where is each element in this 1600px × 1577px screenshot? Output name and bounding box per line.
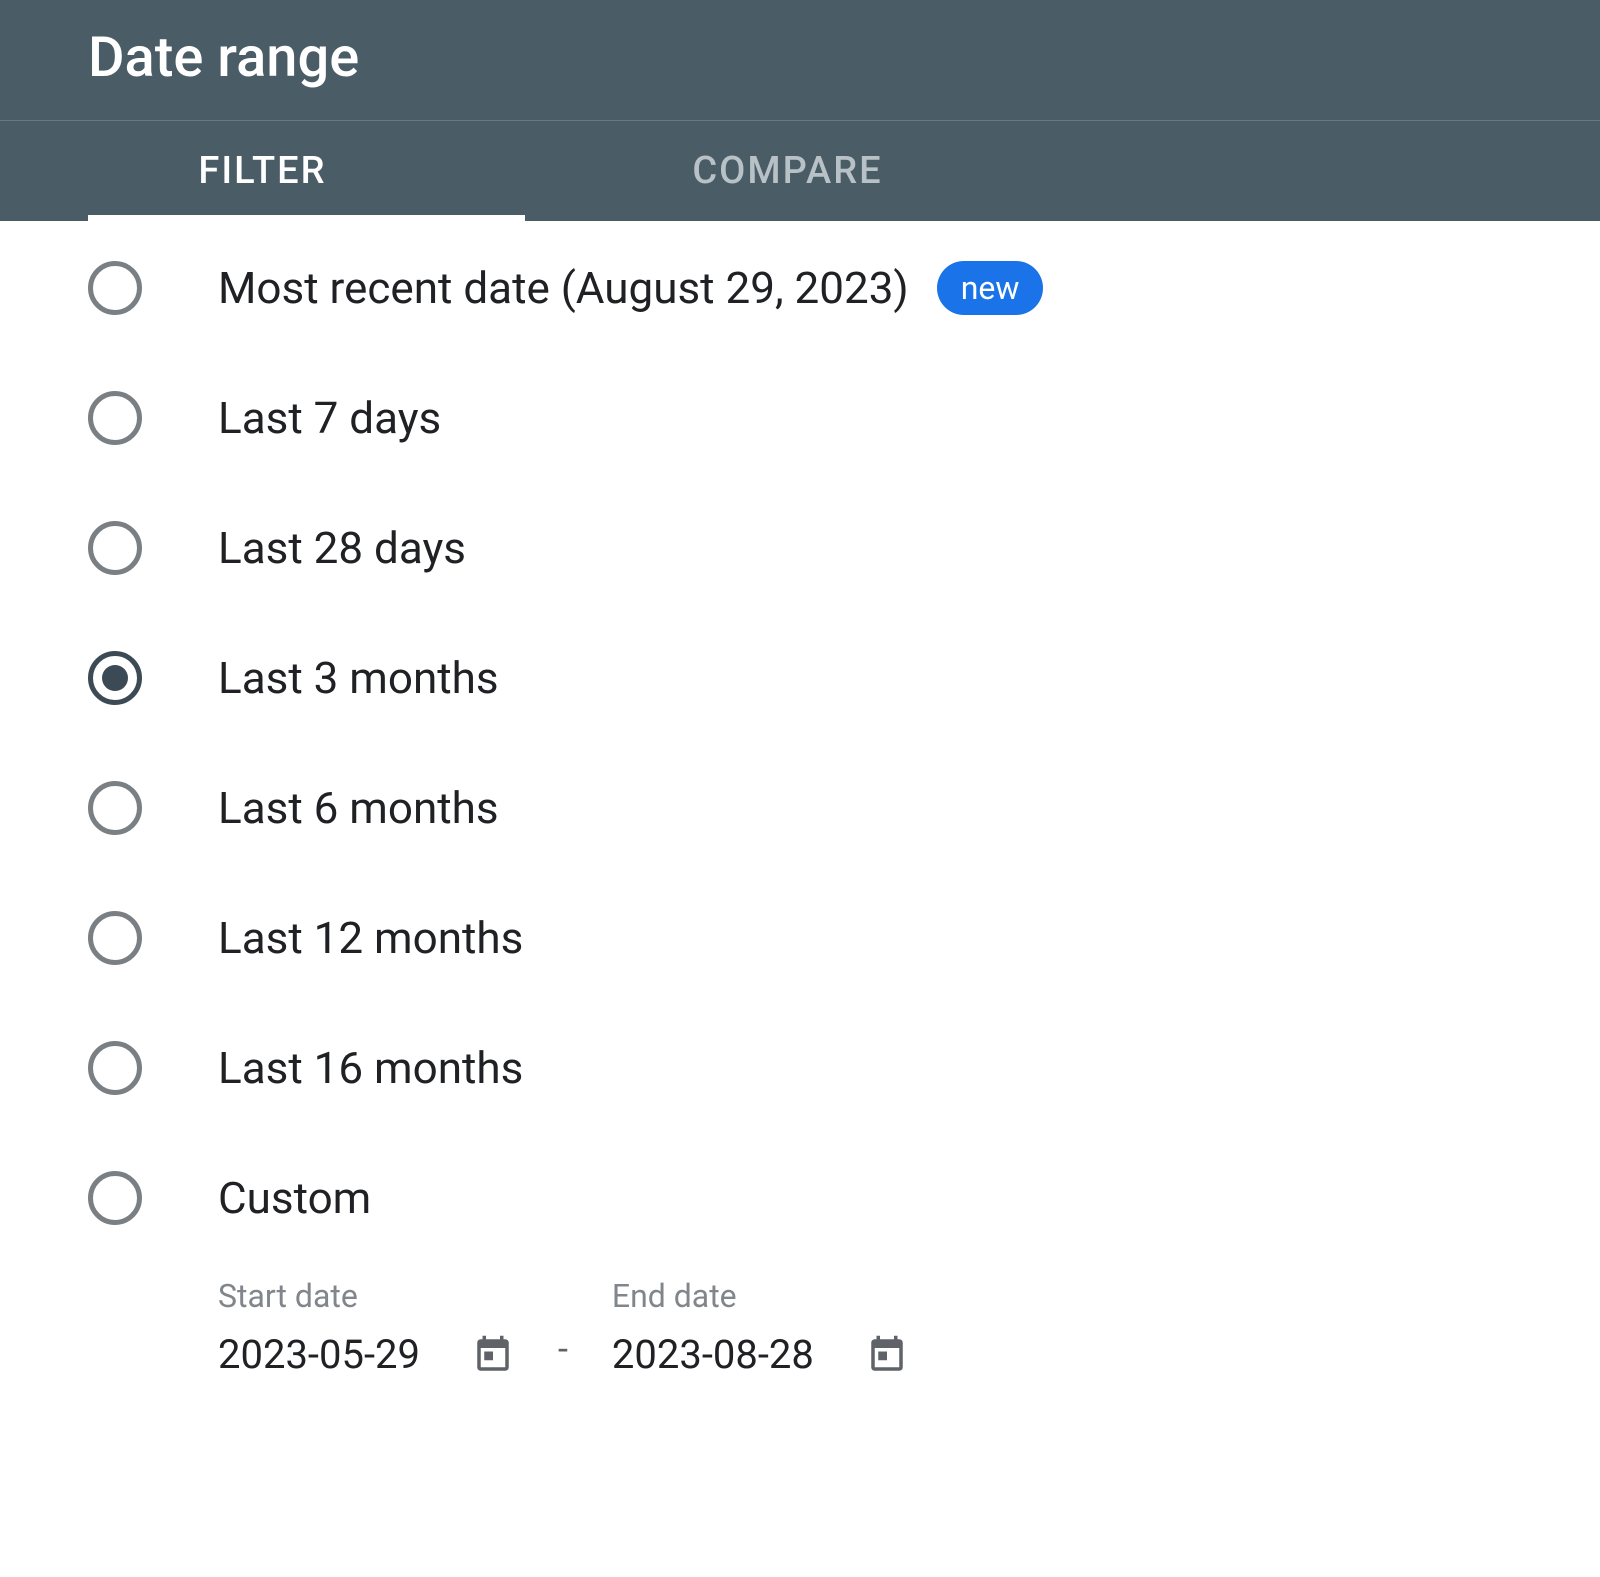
radio-icon (88, 911, 142, 965)
option-last-3-months[interactable]: Last 3 months (88, 651, 1512, 705)
option-label: Last 28 days (218, 522, 466, 574)
custom-date-range: Start date 2023-05-29 - End date 2023-08… (218, 1277, 1512, 1378)
option-most-recent[interactable]: Most recent date (August 29, 2023) new (88, 261, 1512, 315)
start-date-value: 2023-05-29 (218, 1331, 420, 1378)
option-label: Last 16 months (218, 1042, 523, 1094)
tab-bar: FILTER COMPARE (0, 120, 1600, 221)
tab-filter[interactable]: FILTER (0, 121, 525, 221)
option-last-12-months[interactable]: Last 12 months (88, 911, 1512, 965)
end-date-label: End date (612, 1277, 908, 1315)
radio-icon-selected (88, 651, 142, 705)
option-last-28-days[interactable]: Last 28 days (88, 521, 1512, 575)
new-badge: new (937, 261, 1044, 315)
dialog-title: Date range (0, 0, 1600, 120)
end-date-field: End date 2023-08-28 (612, 1277, 908, 1378)
start-date-label: Start date (218, 1277, 514, 1315)
radio-icon (88, 1041, 142, 1095)
option-label: Last 3 months (218, 652, 499, 704)
option-text: Most recent date (August 29, 2023) (218, 262, 909, 314)
radio-icon (88, 781, 142, 835)
start-date-field: Start date 2023-05-29 (218, 1277, 514, 1378)
tab-compare[interactable]: COMPARE (525, 121, 1050, 221)
option-label: Last 7 days (218, 392, 441, 444)
start-date-input[interactable]: 2023-05-29 (218, 1331, 514, 1378)
end-date-value: 2023-08-28 (612, 1331, 814, 1378)
end-date-input[interactable]: 2023-08-28 (612, 1331, 908, 1378)
option-last-6-months[interactable]: Last 6 months (88, 781, 1512, 835)
dialog-header: Date range FILTER COMPARE (0, 0, 1600, 221)
calendar-icon (472, 1334, 514, 1376)
radio-icon (88, 391, 142, 445)
radio-icon (88, 521, 142, 575)
option-label: Custom (218, 1172, 371, 1224)
option-custom[interactable]: Custom (88, 1171, 1512, 1225)
option-label: Last 12 months (218, 912, 523, 964)
option-last-7-days[interactable]: Last 7 days (88, 391, 1512, 445)
radio-icon (88, 1171, 142, 1225)
option-label: Last 6 months (218, 782, 499, 834)
option-last-16-months[interactable]: Last 16 months (88, 1041, 1512, 1095)
radio-icon (88, 261, 142, 315)
date-range-options: Most recent date (August 29, 2023) new L… (0, 221, 1600, 1378)
date-range-separator: - (546, 1328, 580, 1370)
calendar-icon (866, 1334, 908, 1376)
option-label: Most recent date (August 29, 2023) new (218, 261, 1043, 315)
